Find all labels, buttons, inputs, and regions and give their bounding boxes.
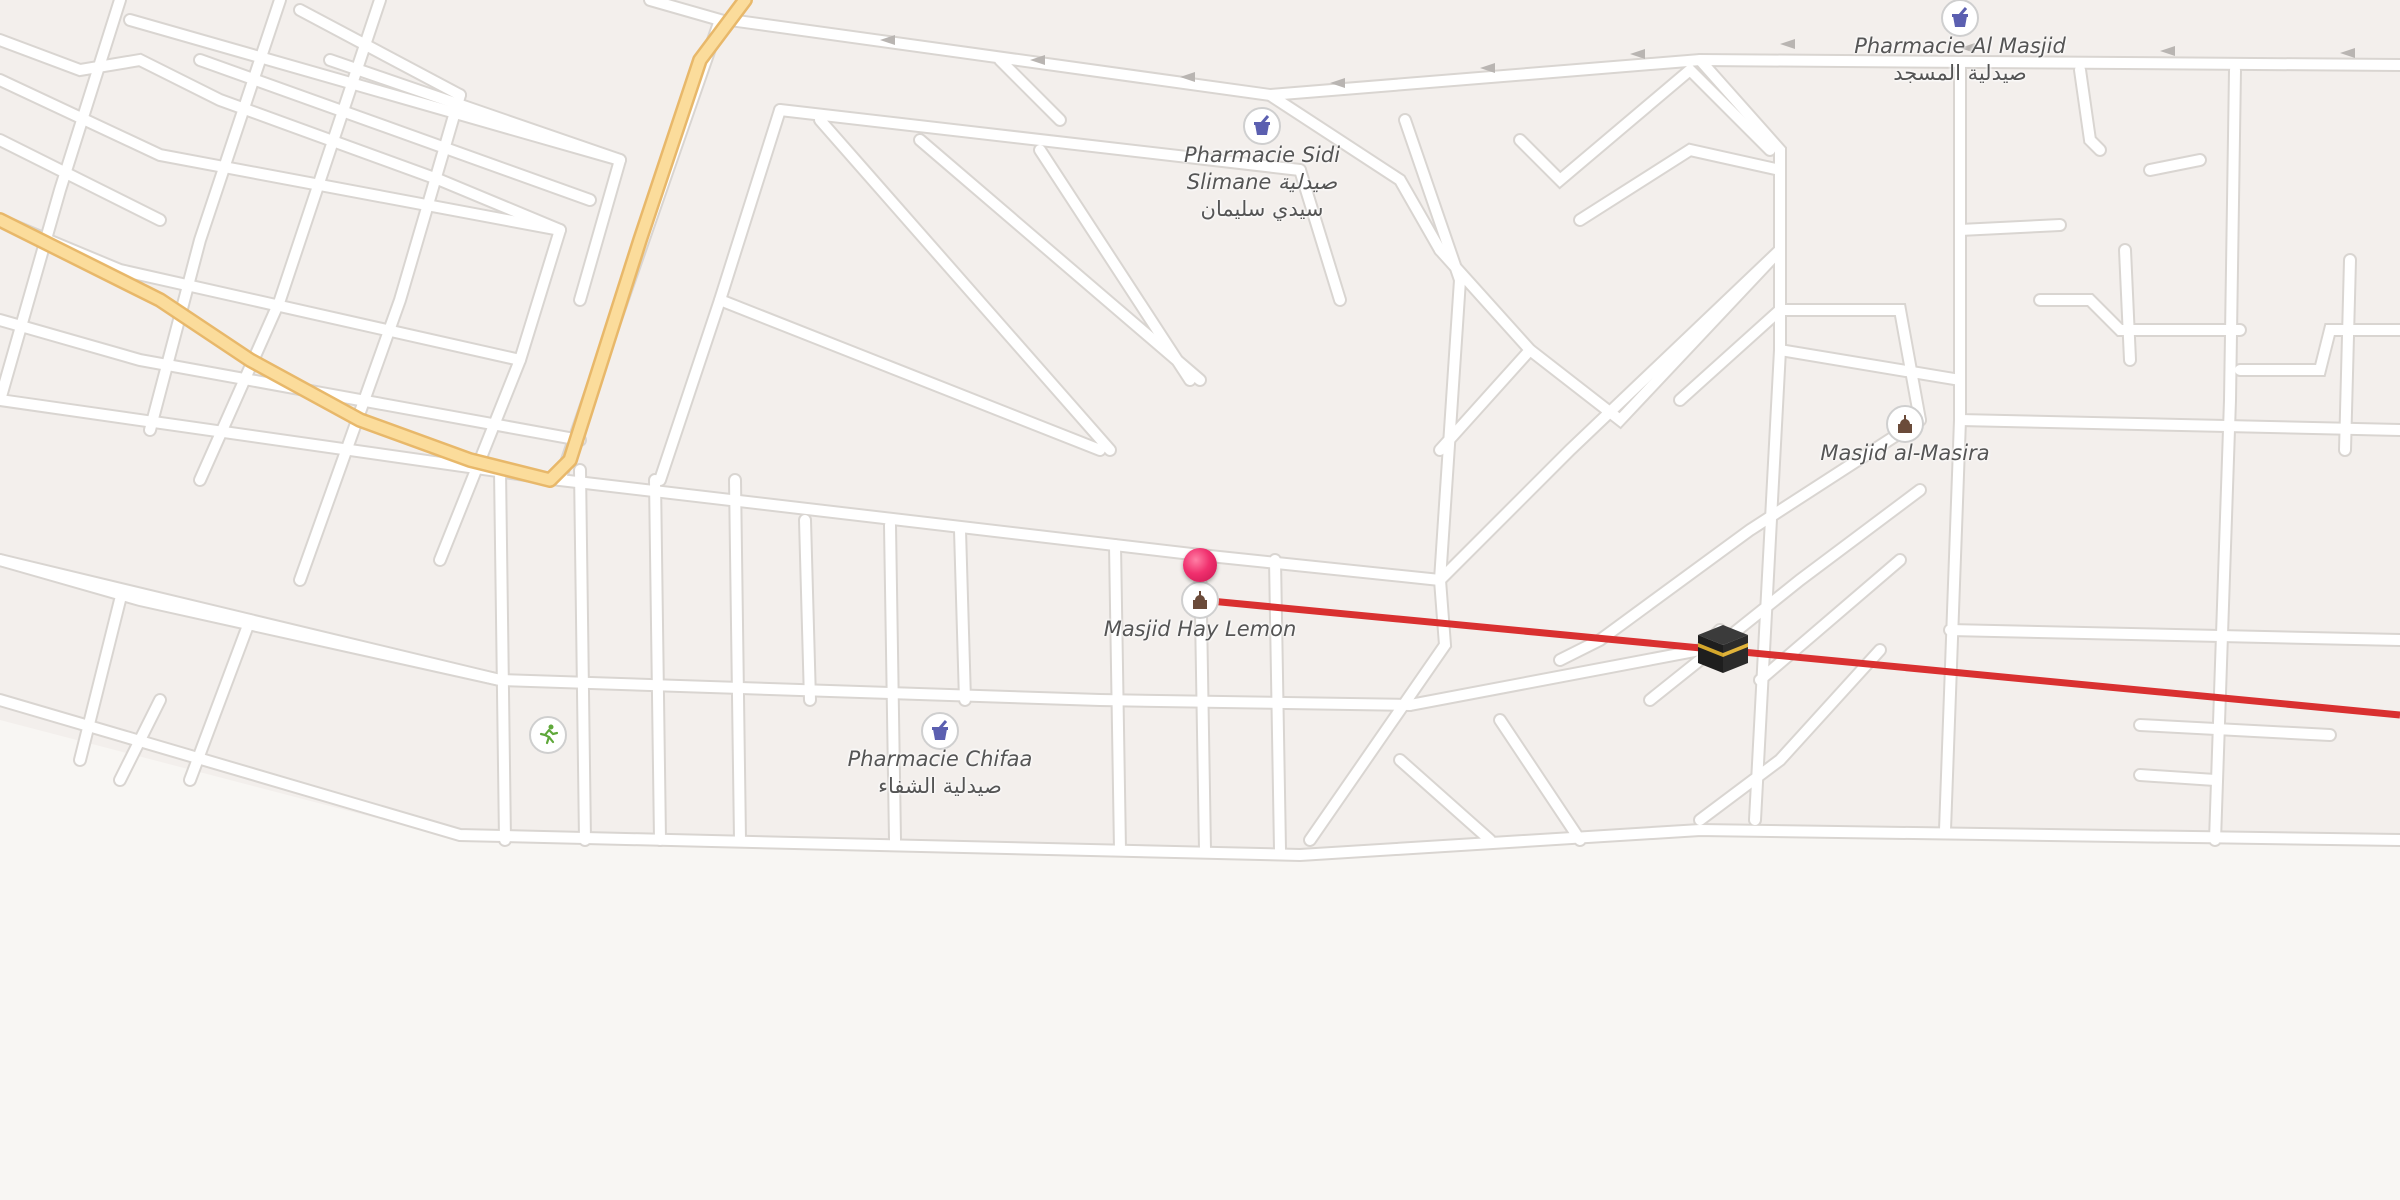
mosque-icon[interactable] [1181,581,1219,619]
running-person-icon[interactable] [529,716,567,754]
pharmacy-icon[interactable] [1243,107,1281,145]
street [1955,220,2065,235]
street [800,515,815,705]
place-name-arabic: سيدي سليمان [1200,197,1324,221]
street [1270,555,1285,855]
place-label-masjid-al-masira[interactable]: Masjid al-Masira [1820,440,1989,467]
street [650,475,665,845]
mosque-icon[interactable] [1886,405,1924,443]
kaaba-icon[interactable] [1696,623,1750,675]
map-view[interactable]: Pharmacie Al Masjid صيدلية المسجد Pharma… [0,0,2400,1200]
street [1110,540,1125,855]
place-label-masjid-hay-lemon[interactable]: Masjid Hay Lemon [1104,616,1297,643]
street [2340,255,2355,455]
place-name-arabic: صيدلية الشفاء [878,774,1002,798]
location-pin-icon[interactable] [1183,548,1217,582]
street [2135,770,2220,785]
place-name: Pharmacie Sidi Slimane صيدلية [1183,143,1341,194]
place-name: Masjid al-Masira [1820,441,1990,465]
place-label-pharmacie-chifaa[interactable]: Pharmacie Chifaa صيدلية الشفاء [848,746,1033,800]
pharmacy-icon[interactable] [1941,0,1979,37]
place-name: Masjid Hay Lemon [1103,617,1297,641]
place-label-pharmacie-sidi-slimane[interactable]: Pharmacie Sidi Slimane صيدلية سيدي سليما… [1162,142,1362,223]
street [2120,245,2135,365]
place-name: Pharmacie Chifaa [847,747,1033,771]
pharmacy-icon[interactable] [921,712,959,750]
street [495,465,510,845]
street [575,465,590,845]
place-name-arabic: صيدلية المسجد [1893,61,2027,85]
street [730,475,745,845]
street [955,525,970,705]
place-label-pharmacie-al-masjid[interactable]: Pharmacie Al Masjid صيدلية المسجد [1854,33,2066,87]
place-name: Pharmacie Al Masjid [1854,34,2066,58]
